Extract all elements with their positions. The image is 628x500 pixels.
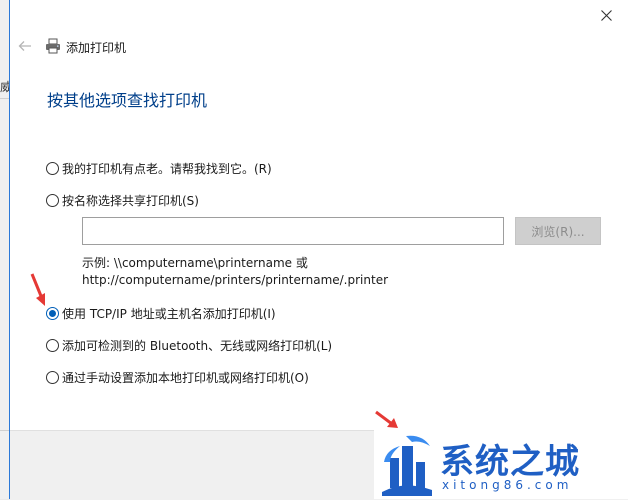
close-icon	[600, 9, 612, 21]
example-text: 示例: \\computername\printername 或 http://…	[82, 255, 388, 289]
option-manual-local[interactable]: 通过手动设置添加本地打印机或网络打印机(O)	[46, 369, 309, 386]
radio-button[interactable]	[46, 339, 59, 352]
close-button[interactable]	[592, 4, 620, 26]
background-window: 威	[0, 0, 9, 499]
back-arrow-icon	[18, 41, 31, 51]
radio-button[interactable]	[46, 194, 59, 207]
radio-button[interactable]	[46, 371, 59, 384]
annotation-arrow-icon	[30, 273, 45, 306]
option-shared-printer[interactable]: 按名称选择共享打印机(S)	[46, 192, 199, 209]
annotation-arrow-icon	[375, 410, 398, 428]
radio-button[interactable]	[46, 162, 59, 175]
browse-button[interactable]: 浏览(R)...	[515, 217, 601, 245]
option-old-printer[interactable]: 我的打印机有点老。请帮我找到它。(R)	[46, 160, 272, 177]
option-bluetooth-wireless[interactable]: 添加可检测到的 Bluetooth、无线或网络打印机(L)	[46, 337, 332, 354]
background-divider	[0, 430, 9, 431]
back-button[interactable]	[16, 37, 34, 55]
printer-icon	[46, 38, 60, 54]
watermark-url: xitong86.com	[442, 478, 573, 492]
shared-printer-name-input[interactable]	[82, 217, 504, 245]
add-printer-dialog: 添加打印机 按其他选项查找打印机 我的打印机有点老。请帮我找到它。(R) 按名称…	[9, 0, 628, 500]
example-line: 示例: \\computername\printername 或	[82, 256, 308, 270]
option-label: 使用 TCP/IP 地址或主机名添加打印机(I)	[62, 307, 276, 321]
option-label: 按名称选择共享打印机(S)	[62, 194, 199, 208]
background-divider	[0, 98, 9, 99]
radio-button-selected[interactable]	[46, 307, 59, 320]
watermark-logo-icon	[382, 435, 432, 496]
option-label: 我的打印机有点老。请帮我找到它。(R)	[62, 162, 272, 176]
watermark-name: 系统之城	[440, 442, 580, 482]
title-bar	[10, 0, 628, 30]
page-heading: 按其他选项查找打印机	[47, 91, 208, 110]
watermark: 系统之城 xitong86.com	[374, 430, 628, 499]
dialog-title: 添加打印机	[66, 41, 127, 55]
option-tcpip[interactable]: 使用 TCP/IP 地址或主机名添加打印机(I)	[46, 305, 276, 322]
background-window-text: 威	[0, 80, 9, 94]
option-label: 添加可检测到的 Bluetooth、无线或网络打印机(L)	[62, 339, 333, 353]
option-label: 通过手动设置添加本地打印机或网络打印机(O)	[62, 371, 309, 385]
example-line: http://computername/printers/printername…	[82, 273, 389, 287]
